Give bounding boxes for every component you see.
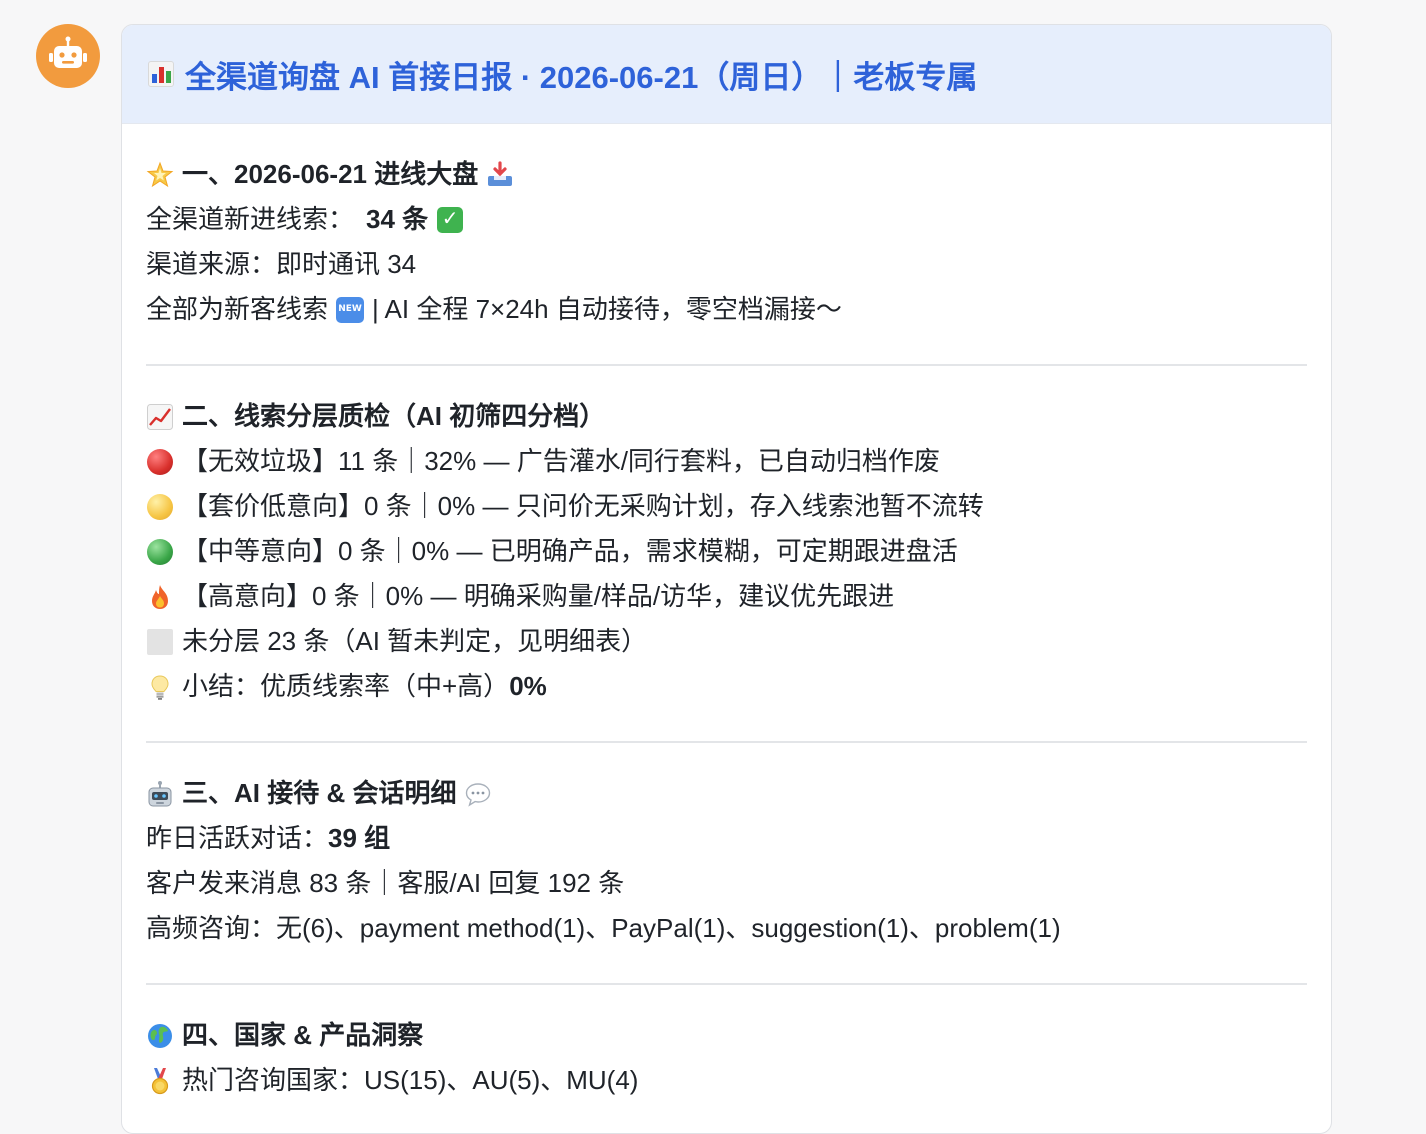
- active-sessions-line: 昨日活跃对话： 39 组: [146, 816, 1307, 861]
- quality-rate: 0%: [509, 671, 547, 701]
- section-sessions: 三、AI 接待 & 会话明细 昨日活跃对话： 39 组 客户发来消息 83 条｜…: [146, 743, 1307, 985]
- new-leads-line: 全渠道新进线索： 34 条 ✓: [146, 197, 1307, 242]
- section-lead-tiers: 二、线索分层质检（AI 初筛四分档） 【无效垃圾】11 条｜32% — 广告灌水…: [146, 366, 1307, 743]
- countries-line: 热门咨询国家：US(15)、AU(5)、MU(4): [146, 1058, 1307, 1103]
- section-intake: 一、2026-06-21 进线大盘 全渠道新进线索： 34 条 ✓ 渠道来源：即…: [146, 124, 1307, 366]
- new-badge-icon: NEW: [336, 296, 365, 324]
- gold-medal-icon: [146, 1067, 174, 1095]
- new-leads-count: 34 条: [366, 204, 429, 234]
- active-sessions-count: 39 组: [328, 823, 391, 853]
- new-customer-line: 全部为新客线索 NEW | AI 全程 7×24h 自动接待，零空档漏接～: [146, 294, 842, 324]
- tier-row: 【中等意向】0 条｜0% — 已明确产品，需求模糊，可定期跟进盘活: [146, 529, 1307, 574]
- globe-icon: [146, 1022, 174, 1050]
- tier-row: 【高意向】0 条｜0% — 明确采购量/样品/访华，建议优先跟进: [146, 574, 1307, 619]
- tier-row: 【套价低意向】0 条｜0% — 只问价无采购计划，存入线索池暂不流转: [146, 484, 1307, 529]
- card-header: 全渠道询盘 AI 首接日报 · 2026-06-21（周日）｜老板专属: [122, 25, 1331, 124]
- faq-line: 高频咨询：无(6)、payment method(1)、PayPal(1)、su…: [146, 913, 1061, 943]
- summary-row: 小结：优质线索率（中+高） 0%: [146, 664, 1307, 709]
- red-circle-icon: [146, 448, 174, 476]
- fire-icon: [146, 583, 174, 611]
- robot-icon: [48, 36, 88, 77]
- inbox-tray-icon: [486, 160, 514, 189]
- speech-bubble-icon: [464, 780, 492, 808]
- yellow-circle-icon: [146, 493, 174, 521]
- green-circle-icon: [146, 538, 174, 566]
- bot-avatar[interactable]: [36, 24, 100, 88]
- robot-icon: [146, 780, 174, 808]
- report-card: 全渠道询盘 AI 首接日报 · 2026-06-21（周日）｜老板专属 一、20…: [121, 24, 1332, 1134]
- channel-source-line: 渠道来源：即时通讯 34: [146, 249, 417, 279]
- star-icon: [146, 161, 174, 189]
- section-heading: 四、国家 & 产品洞察: [146, 1013, 1307, 1058]
- check-mark-icon: ✓: [436, 206, 464, 234]
- unclassified-row: 未分层 23 条（AI 暂未判定，见明细表）: [146, 619, 1307, 664]
- light-bulb-icon: [146, 673, 174, 701]
- section-heading: 一、2026-06-21 进线大盘: [146, 152, 1307, 197]
- report-title: 全渠道询盘 AI 首接日报 · 2026-06-21（周日）｜老板专属: [185, 59, 978, 95]
- section-heading: 二、线索分层质检（AI 初筛四分档）: [146, 394, 1307, 439]
- card-title: 全渠道询盘 AI 首接日报 · 2026-06-21（周日）｜老板专属: [147, 52, 977, 97]
- section-heading: 三、AI 接待 & 会话明细: [146, 771, 1307, 816]
- tier-row: 【无效垃圾】11 条｜32% — 广告灌水/同行套料，已自动归档作废: [146, 439, 1307, 484]
- bar-chart-icon: [147, 60, 175, 88]
- card-body: 一、2026-06-21 进线大盘 全渠道新进线索： 34 条 ✓ 渠道来源：即…: [122, 124, 1331, 1133]
- gray-square-icon: [146, 628, 174, 656]
- trend-chart-icon: [146, 403, 174, 431]
- messages-line: 客户发来消息 83 条｜客服/AI 回复 192 条: [146, 868, 625, 898]
